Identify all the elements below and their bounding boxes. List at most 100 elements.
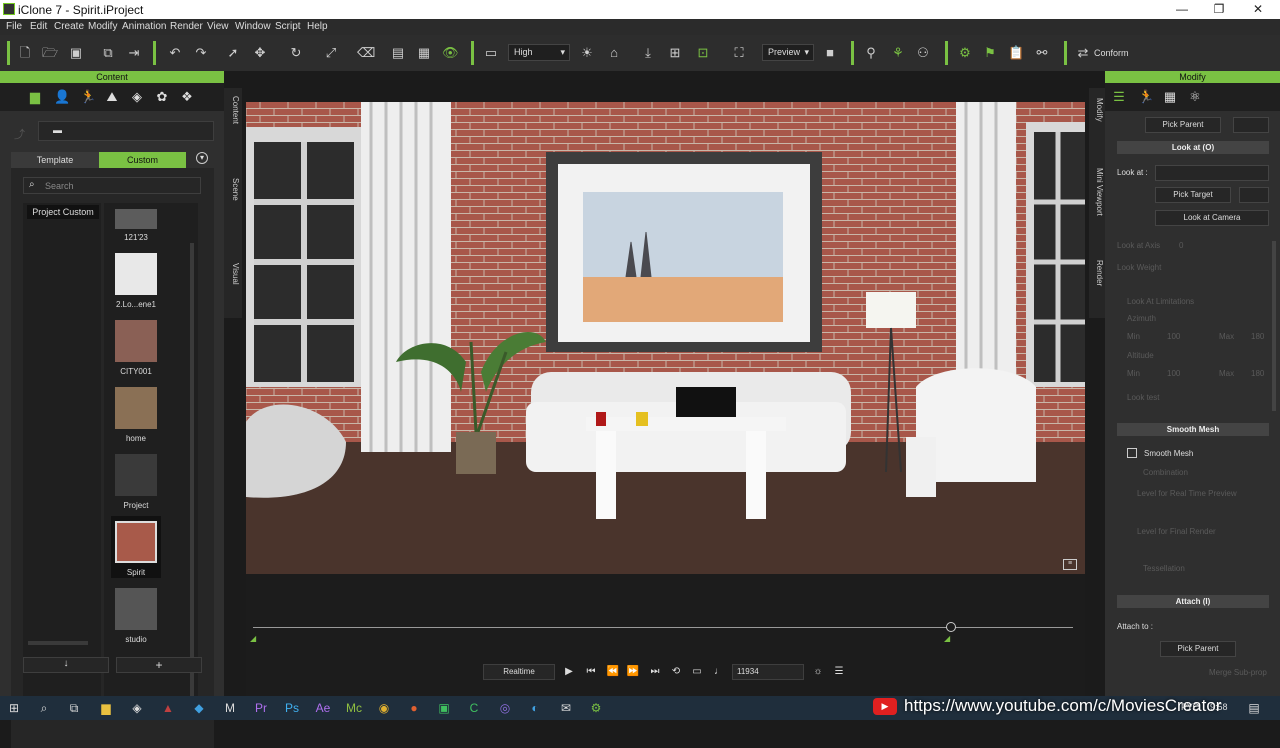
mail-icon[interactable]: ✉ [558, 700, 574, 716]
chrome-icon[interactable]: ◉ [376, 700, 392, 716]
after-effects-icon[interactable]: Ae [315, 700, 331, 716]
path-field[interactable]: ▬ [38, 121, 214, 141]
explorer-icon[interactable]: ▆ [98, 700, 114, 716]
search-icon[interactable]: ⌕ [36, 700, 52, 716]
probe-icon[interactable]: ⚯ [1034, 45, 1050, 61]
start-marker-icon[interactable]: ◢ [250, 634, 256, 643]
conform-label[interactable]: Conform [1094, 48, 1129, 58]
download-button[interactable]: ↓ [23, 657, 109, 673]
menu-window[interactable]: Window [235, 21, 271, 32]
thumb-12123[interactable] [115, 209, 157, 229]
conform-icon[interactable]: ⇄ [1075, 45, 1091, 61]
app-icon[interactable]: C [466, 700, 482, 716]
add-button[interactable]: + [116, 657, 202, 673]
language-indicator[interactable]: РУС [1181, 702, 1199, 712]
props-tab-icon[interactable]: ✿ [155, 90, 169, 104]
pick-parent-button[interactable]: Pick Parent [1145, 117, 1221, 133]
app-icon[interactable]: ▣ [436, 700, 452, 716]
look-at-field[interactable] [1155, 165, 1269, 181]
back-icon[interactable]: ⤴ [14, 126, 28, 141]
menu-script[interactable]: Script [275, 21, 301, 32]
reach-target-icon[interactable]: ⚲ [863, 45, 879, 61]
folder-project-custom[interactable]: Project Custom [27, 205, 99, 219]
chevron-down-icon[interactable]: ▾ [196, 152, 208, 164]
viber-icon[interactable]: ◎ [497, 700, 513, 716]
scale-icon[interactable]: ⤢ [323, 45, 339, 61]
folder-tab-icon[interactable]: ▆ [28, 90, 42, 104]
clear-target-button[interactable] [1239, 187, 1269, 203]
eraser-icon[interactable]: ⌫ [357, 45, 375, 61]
look-at-section[interactable]: Look at (O) [1117, 141, 1269, 154]
attributes-tab-icon[interactable]: ☰ [1112, 90, 1126, 104]
tree-scrollbar[interactable] [28, 641, 88, 645]
snap-icon[interactable]: ⊡ [695, 45, 711, 61]
scene-tab-icon[interactable]: ◈ [130, 90, 144, 104]
menu-view[interactable]: View [207, 21, 229, 32]
go-end-icon[interactable]: ⏭ [647, 664, 663, 680]
camera-icon[interactable]: ■ [822, 45, 838, 61]
app-icon[interactable]: Mc [346, 700, 362, 716]
tab-template[interactable]: Template [11, 152, 99, 168]
menu-render[interactable]: Render [170, 21, 203, 32]
prev-frame-icon[interactable]: ⏪ [605, 664, 621, 680]
app-icon[interactable]: ◆ [191, 700, 207, 716]
timeline-icon[interactable]: ☰ [831, 664, 847, 680]
clipboard-icon[interactable]: 📋 [1008, 45, 1024, 61]
stage-tab-icon[interactable]: ⛰ [105, 90, 119, 104]
app-icon[interactable]: M [222, 700, 238, 716]
save-icon[interactable]: ▣ [68, 45, 84, 61]
drop-to-floor-icon[interactable]: ⤓ [640, 45, 656, 61]
move-icon[interactable]: ✥ [252, 45, 268, 61]
modify-scrollbar[interactable] [1272, 241, 1276, 411]
app-icon[interactable]: ▲ [160, 700, 176, 716]
display-icon[interactable]: ▭ [483, 45, 499, 61]
select-icon[interactable]: ➚ [225, 45, 241, 61]
close-button[interactable]: ✕ [1248, 2, 1268, 16]
music-note-icon[interactable]: ♩ [711, 664, 727, 680]
minimize-button[interactable]: — [1172, 2, 1192, 16]
thumb-spirit[interactable] [115, 521, 157, 563]
app-icon[interactable]: ● [406, 700, 422, 716]
clock[interactable]: 9:58 [1210, 702, 1228, 712]
export-icon[interactable]: ⇥ [126, 45, 142, 61]
side-tab-mini-viewport[interactable]: Mini Viewport [1090, 168, 1104, 243]
search-input[interactable]: ⌕ Search [23, 177, 201, 194]
align-icon[interactable]: ▤ [390, 45, 406, 61]
thumb-home[interactable] [115, 387, 157, 429]
app-icon[interactable]: ◐ [527, 700, 543, 716]
rotate-icon[interactable]: ↻ [288, 45, 304, 61]
smooth-mesh-section[interactable]: Smooth Mesh [1117, 423, 1269, 436]
media-tab-icon[interactable]: ❖ [180, 90, 194, 104]
3d-viewport[interactable]: ≡ [246, 102, 1085, 574]
physics-tab-icon[interactable]: ⚛ [1188, 90, 1202, 104]
eye-icon[interactable]: 👁 [442, 45, 459, 61]
side-tab-scene[interactable]: Scene [226, 178, 240, 238]
motion-tab-icon[interactable]: 🏃 [1138, 90, 1154, 104]
side-tab-render[interactable]: Render [1090, 260, 1104, 320]
smooth-mesh-checkbox[interactable] [1127, 448, 1137, 458]
crowd-icon[interactable]: ⚇ [915, 45, 931, 61]
premiere-icon[interactable]: Pr [253, 700, 269, 716]
frame-input[interactable]: 11934 [732, 664, 804, 680]
physics-icon[interactable]: ⚙ [957, 45, 973, 61]
material-tab-icon[interactable]: ▦ [1163, 90, 1177, 104]
thumb-studio[interactable] [115, 588, 157, 630]
thumb-project[interactable] [115, 454, 157, 496]
menu-edit[interactable]: Edit [30, 21, 47, 32]
item-scrollbar[interactable] [190, 243, 194, 713]
next-frame-icon[interactable]: ⏩ [625, 664, 641, 680]
loop-icon[interactable]: ⟲ [668, 664, 684, 680]
subtitle-icon[interactable]: ▭ [689, 664, 705, 680]
unlink-button[interactable] [1233, 117, 1269, 133]
menu-modify[interactable]: Modify [88, 21, 117, 32]
animation-tab-icon[interactable]: 🏃 [80, 90, 96, 104]
flag-icon[interactable]: ⚑ [982, 45, 998, 61]
open-folder-icon[interactable]: 🗁 [42, 45, 58, 61]
tab-custom[interactable]: Custom [99, 152, 186, 168]
path-icon[interactable]: ⚘ [890, 45, 906, 61]
settings-icon[interactable]: ☼ [810, 664, 826, 680]
import-icon[interactable]: ⧉ [100, 45, 116, 61]
side-tab-content[interactable]: Content [226, 96, 240, 156]
light-icon[interactable]: ☀ [579, 45, 595, 61]
undo-icon[interactable]: ↶ [167, 45, 183, 61]
